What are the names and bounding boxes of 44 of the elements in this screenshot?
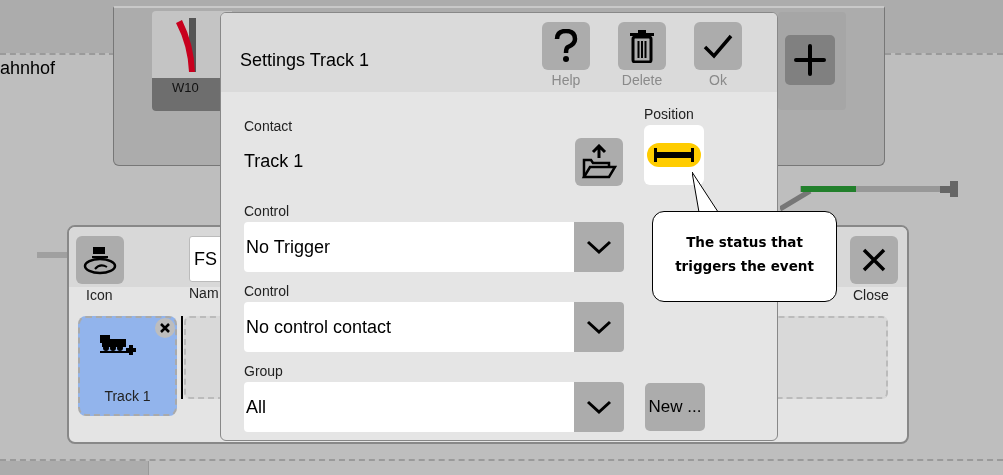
ok-button[interactable] xyxy=(694,22,742,70)
new-button[interactable]: New ... xyxy=(645,383,705,431)
track-position-icon xyxy=(646,142,702,168)
field-label: Group xyxy=(244,363,284,379)
remove-icon[interactable] xyxy=(155,318,175,338)
checkmark-icon xyxy=(703,33,733,59)
button-label: Delete xyxy=(621,72,663,88)
position-button[interactable] xyxy=(644,125,704,185)
field-label: Nam xyxy=(189,285,219,301)
chevron-down-icon xyxy=(586,319,612,335)
field-label: Position xyxy=(644,106,695,122)
tooltip-text: triggers the event xyxy=(675,257,814,274)
dropdown[interactable]: No control contact xyxy=(244,302,624,352)
track-tile[interactable]: Track 1 xyxy=(78,316,177,416)
tile-label: Track 1 xyxy=(103,388,152,404)
question-mark-icon xyxy=(553,29,579,63)
contact-name: Track 1 xyxy=(244,151,305,172)
add-button[interactable] xyxy=(785,35,835,85)
button-label: Close xyxy=(853,287,889,303)
trash-icon xyxy=(629,29,655,63)
folder-upload-icon xyxy=(581,144,617,180)
help-button[interactable] xyxy=(542,22,590,70)
button-label: Icon xyxy=(86,287,113,303)
field-label: Control xyxy=(244,283,291,299)
train-oval-icon xyxy=(83,245,117,275)
field-label: Contact xyxy=(244,118,294,134)
chevron-down-icon xyxy=(586,239,612,255)
close-button[interactable] xyxy=(850,236,898,284)
icon-button[interactable] xyxy=(76,236,124,284)
track-stub xyxy=(37,252,69,258)
field-label: Control xyxy=(244,203,291,219)
chevron-down-icon xyxy=(586,399,612,415)
tooltip-text: The status that xyxy=(686,233,803,250)
button-label: Ok xyxy=(709,72,727,88)
dialog-title: Settings Track 1 xyxy=(240,50,371,71)
close-icon xyxy=(861,247,887,273)
locomotive-icon xyxy=(100,333,136,355)
button-label: Help xyxy=(551,72,581,88)
plus-icon xyxy=(793,43,827,77)
station-label: ahnhof xyxy=(0,58,56,79)
delete-button[interactable] xyxy=(618,22,666,70)
open-folder-button[interactable] xyxy=(575,138,623,186)
dropdown[interactable]: All xyxy=(244,382,624,432)
dropdown[interactable]: No Trigger xyxy=(244,222,624,272)
